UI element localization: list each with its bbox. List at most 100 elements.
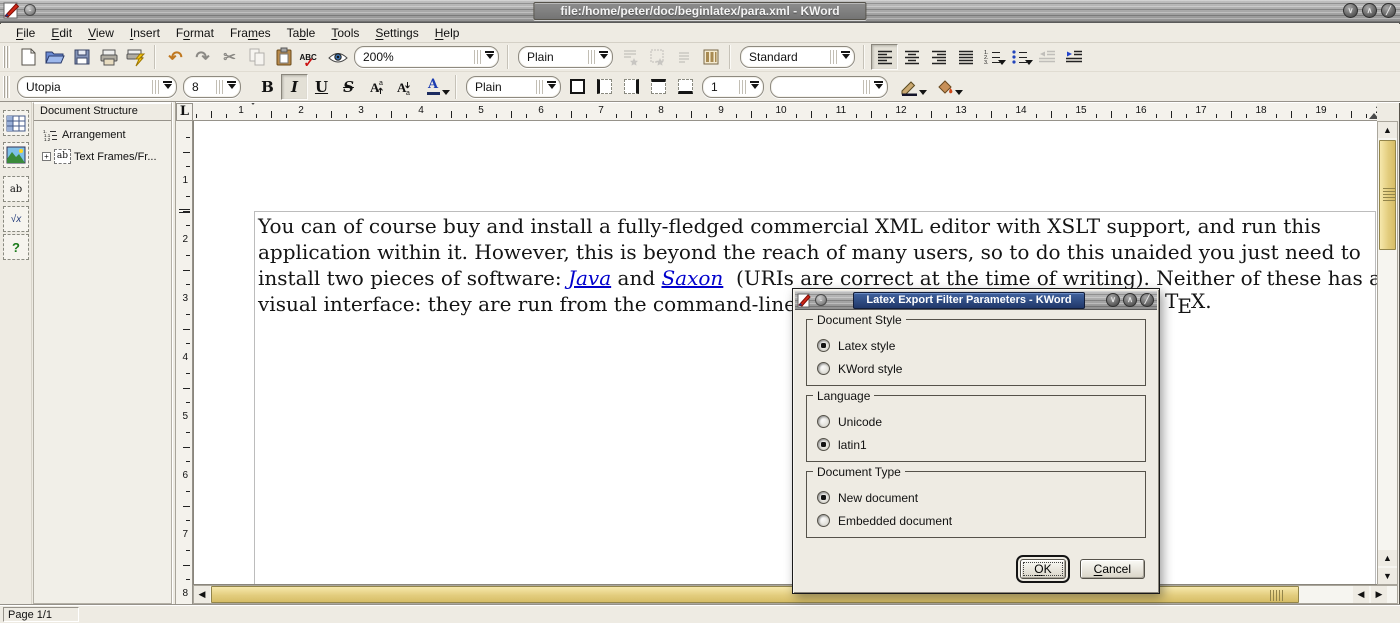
scroll-down-button[interactable]: ▼	[1378, 568, 1397, 584]
chevron-down-icon[interactable]	[870, 77, 887, 97]
align-left-button[interactable]	[871, 44, 898, 70]
font-color-button[interactable]: A	[416, 74, 450, 100]
increase-indent-button[interactable]	[1060, 44, 1087, 70]
menu-view[interactable]: View	[80, 25, 122, 41]
radio-latex-style[interactable]: Latex style	[817, 334, 1145, 357]
dialog-maximize-button[interactable]: ∧	[1123, 293, 1137, 307]
radio-latin1[interactable]: latin1	[817, 433, 1145, 456]
close-button[interactable]: ╱	[1381, 3, 1396, 18]
background-color-button[interactable]	[927, 74, 963, 100]
chevron-down-icon[interactable]	[481, 47, 498, 67]
vertical-ruler[interactable]: 12345678	[176, 121, 193, 604]
dialog-close-button[interactable]: ╱	[1140, 293, 1154, 307]
menu-help[interactable]: Help	[427, 25, 468, 41]
menu-file[interactable]: File	[8, 25, 43, 41]
border-left-button[interactable]	[591, 74, 618, 100]
font-family-combo[interactable]: Utopia	[17, 76, 177, 98]
insert-picture-tool[interactable]	[3, 142, 29, 168]
font-size-combo[interactable]: 8	[183, 76, 241, 98]
scroll-up-button[interactable]: ▲	[1378, 122, 1397, 138]
border-bottom-button[interactable]	[672, 74, 699, 100]
ok-button[interactable]: OK	[1020, 559, 1065, 579]
scroll-up-button-2[interactable]: ▲	[1378, 550, 1397, 566]
toolbar-handle[interactable]	[3, 76, 10, 98]
chevron-down-icon[interactable]	[543, 77, 560, 97]
border-outline-button[interactable]	[564, 74, 591, 100]
border-width-combo[interactable]: 1	[702, 76, 764, 98]
border-right-button[interactable]	[618, 74, 645, 100]
print-button[interactable]	[95, 44, 122, 70]
align-center-button[interactable]	[898, 44, 925, 70]
menu-table[interactable]: Table	[279, 25, 324, 41]
numbered-list-button[interactable]: 1.2.3.	[979, 44, 1006, 70]
vertical-scrollbar[interactable]: ▲ ▲ ▼	[1377, 121, 1398, 585]
insert-table-tool[interactable]	[3, 110, 29, 136]
italic-button[interactable]: I	[281, 74, 308, 100]
dialog-sticky-button[interactable]: -	[815, 294, 827, 306]
zoom-combo[interactable]: 200%	[354, 46, 499, 68]
radio-new-document[interactable]: New document	[817, 486, 1145, 509]
hyperlink[interactable]: Java	[568, 266, 611, 290]
menu-insert[interactable]: Insert	[122, 25, 168, 41]
insert-text-frame-tool[interactable]: ab	[3, 176, 29, 202]
border-color-button[interactable]	[891, 74, 927, 100]
tree-item-text-frames-fr[interactable]: +abText Frames/Fr...	[42, 149, 171, 164]
chevron-down-icon[interactable]	[837, 47, 854, 67]
strikethrough-button[interactable]: S	[335, 74, 362, 100]
increase-font-button[interactable]: Aa	[362, 74, 389, 100]
dialog-titlebar[interactable]: - Latex Export Filter Parameters - KWord…	[795, 291, 1157, 310]
sticky-button[interactable]: -	[24, 4, 36, 16]
open-document-button[interactable]	[41, 44, 68, 70]
decrease-font-button[interactable]: Aa	[389, 74, 416, 100]
align-justify-button[interactable]	[952, 44, 979, 70]
menu-frames[interactable]: Frames	[222, 25, 279, 41]
chevron-down-icon[interactable]	[223, 77, 240, 97]
chevron-down-icon[interactable]	[595, 47, 612, 67]
expander-icon[interactable]: +	[42, 152, 51, 161]
radio-unicode[interactable]: Unicode	[817, 410, 1145, 433]
chevron-down-icon[interactable]	[159, 77, 176, 97]
scroll-left-button[interactable]: ◀	[194, 586, 210, 603]
border-top-button[interactable]	[645, 74, 672, 100]
tree-item-arrangement[interactable]: 1.1.11.2Arrangement	[42, 128, 171, 142]
border-style-combo[interactable]	[770, 76, 888, 98]
print-preview-button[interactable]	[122, 44, 149, 70]
char-style-combo[interactable]: Plain	[466, 76, 561, 98]
view-mode-button[interactable]	[324, 44, 351, 70]
new-document-button[interactable]	[14, 44, 41, 70]
spellcheck-button[interactable]: ABC✓	[297, 44, 324, 70]
cancel-button[interactable]: Cancel	[1080, 559, 1145, 579]
menu-tools[interactable]: Tools	[323, 25, 367, 41]
stylist-combo[interactable]: Standard	[740, 46, 855, 68]
vertical-scroll-thumb[interactable]	[1379, 140, 1396, 250]
menu-edit[interactable]: Edit	[43, 25, 80, 41]
paragraph-style-combo[interactable]: Plain	[518, 46, 613, 68]
bullet-list-button[interactable]	[1006, 44, 1033, 70]
document-view[interactable]: You can of course buy and install a full…	[193, 121, 1377, 585]
chevron-down-icon[interactable]	[746, 77, 763, 97]
insert-formula-tool[interactable]: √x	[3, 206, 29, 232]
dialog-minimize-button[interactable]: ∨	[1106, 293, 1120, 307]
maximize-button[interactable]: ∧	[1362, 3, 1377, 18]
undo-button[interactable]: ↶	[162, 44, 189, 70]
save-button[interactable]	[68, 44, 95, 70]
scroll-left-button-2[interactable]: ◀	[1353, 586, 1369, 603]
bold-button[interactable]: B	[254, 74, 281, 100]
radio-embedded-document[interactable]: Embedded document	[817, 509, 1145, 532]
horizontal-ruler[interactable]: 1234567891011121314151617181920	[193, 103, 1377, 121]
menu-format[interactable]: Format	[168, 25, 222, 41]
underline-button[interactable]: U	[308, 74, 335, 100]
hyperlink[interactable]: Saxon	[661, 266, 723, 290]
align-right-button[interactable]	[925, 44, 952, 70]
paste-button[interactable]	[270, 44, 297, 70]
insert-column-break-button[interactable]	[697, 44, 724, 70]
toolbar-handle[interactable]	[3, 46, 10, 68]
radio-button-icon	[817, 362, 830, 375]
tab-type-selector[interactable]: L	[176, 103, 193, 121]
scroll-right-button[interactable]: ▶	[1371, 586, 1387, 603]
minimize-button[interactable]: ∨	[1343, 3, 1358, 18]
menu-settings[interactable]: Settings	[367, 25, 426, 41]
radio-kword-style[interactable]: KWord style	[817, 357, 1145, 380]
insert-object-tool[interactable]: ?	[3, 234, 29, 260]
titlebar[interactable]: - file:/home/peter/doc/beginlatex/para.x…	[0, 0, 1400, 23]
